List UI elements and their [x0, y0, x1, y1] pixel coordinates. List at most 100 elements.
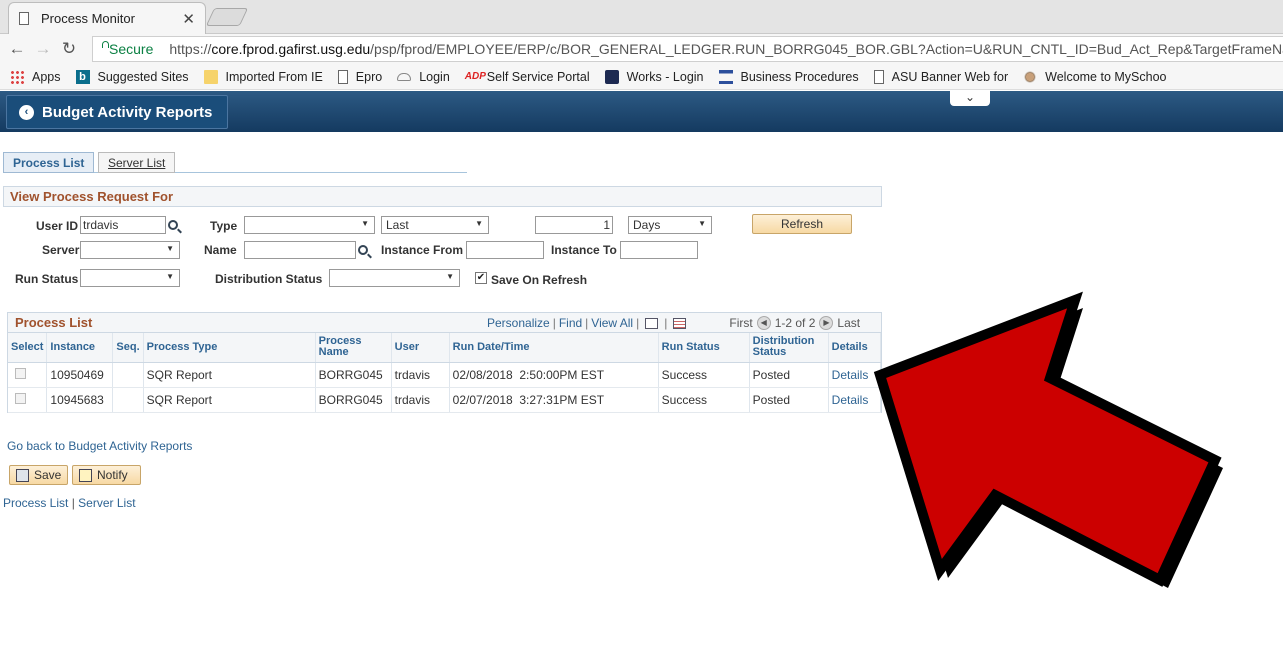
- new-tab-button[interactable]: [205, 8, 249, 26]
- bookmark-label: Welcome to MySchoo: [1045, 69, 1167, 84]
- instance-from-label: Instance From: [381, 243, 464, 257]
- column-distribution-status: Distribution Status: [749, 333, 829, 363]
- instance-cell: 10950469: [46, 362, 114, 388]
- count-input[interactable]: 1: [535, 216, 613, 234]
- bookmark-asu-banner[interactable]: ASU Banner Web for: [873, 69, 1009, 84]
- column-user: User: [391, 333, 450, 363]
- server-list-link[interactable]: Server List: [78, 496, 135, 510]
- distribution-status-cell: Posted: [749, 387, 829, 413]
- last-select[interactable]: Last: [381, 216, 489, 234]
- cloud-icon: [397, 72, 412, 81]
- search-icon[interactable]: [168, 220, 178, 230]
- type-select[interactable]: [244, 216, 375, 234]
- process-name-cell: BORRG045: [315, 387, 392, 413]
- download-grid-icon[interactable]: [673, 317, 687, 329]
- bookmark-login[interactable]: Login: [397, 70, 450, 84]
- page-range: 1-2 of 2: [774, 316, 816, 330]
- bookmark-self-service-portal[interactable]: ADP Self Service Portal: [465, 70, 590, 84]
- back-arrow-icon[interactable]: ←: [4, 39, 30, 59]
- tab-process-list[interactable]: Process List: [3, 152, 95, 173]
- apps-icon: [10, 69, 24, 84]
- row-select-checkbox[interactable]: [15, 367, 26, 379]
- user-cell: trdavis: [391, 387, 450, 413]
- bookmark-label: ASU Banner Web for: [891, 69, 1009, 84]
- name-input[interactable]: [244, 241, 356, 259]
- bookmark-business-procedures[interactable]: Business Procedures: [718, 69, 859, 84]
- column-process-type: Process Type: [143, 333, 316, 363]
- notify-button[interactable]: Notify: [72, 465, 141, 485]
- column-run-date-time: Run Date/Time: [449, 333, 659, 363]
- process-name-cell: BORRG045: [315, 362, 392, 388]
- url-path: /psp/fprod/EMPLOYEE/ERP/c/BOR_GENERAL_LE…: [370, 41, 1283, 57]
- search-icon[interactable]: [358, 245, 368, 255]
- column-process-name: Process Name: [315, 333, 392, 363]
- name-label: Name: [204, 243, 237, 257]
- bookmark-label: Self Service Portal: [486, 69, 590, 84]
- zoom-grid-icon[interactable]: [645, 317, 659, 329]
- row-select-checkbox[interactable]: [15, 392, 26, 404]
- chevron-left-icon: ‹: [19, 104, 34, 120]
- run-date-cell: 02/08/2018 2:50:00PM EST: [449, 362, 659, 388]
- view-all-link[interactable]: View All: [591, 316, 633, 330]
- page-header: ‹ Budget Activity Reports ⌄: [0, 91, 1283, 132]
- url-host: core.fprod.gafirst.usg.edu: [211, 41, 371, 57]
- url-field[interactable]: Secure https://core.fprod.gafirst.usg.ed…: [92, 36, 1283, 62]
- bookmark-epro[interactable]: Epro: [337, 69, 383, 84]
- run-date-cell: 02/07/2018 3:27:31PM EST: [449, 387, 659, 413]
- browser-tab[interactable]: Process Monitor ✕: [8, 2, 206, 34]
- column-select: Select: [8, 333, 48, 363]
- seq-cell: [112, 362, 144, 388]
- personalize-link[interactable]: Personalize: [487, 316, 550, 330]
- bookmark-apps[interactable]: Apps: [10, 69, 61, 84]
- grid-header: Process List Personalize | Find | View A…: [8, 313, 881, 333]
- forward-arrow-icon[interactable]: →: [30, 39, 56, 59]
- bookmark-imported-from-ie[interactable]: Imported From IE: [203, 69, 323, 84]
- bing-icon: b: [75, 69, 90, 84]
- process-type-cell: SQR Report: [143, 387, 316, 413]
- distribution-status-select[interactable]: [329, 269, 460, 287]
- arrow-body: [873, 291, 1222, 587]
- save-on-refresh-label: Save On Refresh: [491, 273, 588, 287]
- back-to-budget-activity-reports-button[interactable]: ‹ Budget Activity Reports: [6, 95, 228, 129]
- tab-server-list[interactable]: Server List: [98, 152, 176, 173]
- reload-icon[interactable]: ↻: [56, 39, 82, 59]
- browser-tab-strip: Process Monitor ✕: [0, 0, 1283, 34]
- process-list-link[interactable]: Process List: [3, 496, 68, 510]
- bookmark-myschool[interactable]: Welcome to MySchoo: [1023, 69, 1167, 84]
- user-id-label: User ID: [36, 219, 79, 233]
- distribution-status-cell: Posted: [749, 362, 829, 388]
- separator: |: [664, 316, 668, 330]
- secure-label: Secure: [109, 41, 154, 57]
- bookmark-works-login[interactable]: Works - Login: [604, 69, 704, 84]
- instance-to-label: Instance To: [551, 243, 617, 257]
- server-select[interactable]: [80, 241, 180, 259]
- previous-page-icon[interactable]: ◀: [756, 316, 771, 330]
- separator: |: [552, 316, 556, 330]
- next-page-icon[interactable]: ▶: [819, 316, 834, 330]
- save-button[interactable]: Save: [9, 465, 69, 485]
- grid-navigation: Personalize | Find | View All | | First …: [487, 316, 860, 330]
- go-back-link[interactable]: Go back to Budget Activity Reports: [7, 439, 192, 453]
- bookmark-label: Epro: [355, 69, 383, 84]
- process-type-cell: SQR Report: [143, 362, 316, 388]
- save-on-refresh-checkbox[interactable]: ✔: [475, 272, 487, 284]
- close-tab-icon[interactable]: ✕: [182, 10, 195, 28]
- user-id-input[interactable]: trdavis: [80, 216, 166, 234]
- bookmark-suggested-sites[interactable]: b Suggested Sites: [75, 69, 189, 84]
- column-instance: Instance: [46, 333, 114, 363]
- bookmark-label: Suggested Sites: [97, 69, 189, 84]
- type-label: Type: [210, 219, 238, 233]
- instance-to-input[interactable]: [620, 241, 698, 259]
- column-run-status: Run Status: [658, 333, 750, 363]
- adp-icon: ADP: [464, 70, 486, 82]
- column-seq: Seq.: [112, 333, 144, 363]
- days-select[interactable]: Days: [628, 216, 712, 234]
- run-status-select[interactable]: [80, 269, 180, 287]
- folder-icon: [203, 69, 218, 84]
- first-label: First: [729, 316, 753, 330]
- chevron-down-icon[interactable]: ⌄: [950, 91, 990, 106]
- bookmark-label: Works - Login: [626, 69, 704, 84]
- find-link[interactable]: Find: [559, 316, 582, 330]
- instance-from-input[interactable]: [466, 241, 544, 259]
- refresh-button[interactable]: Refresh: [752, 214, 852, 234]
